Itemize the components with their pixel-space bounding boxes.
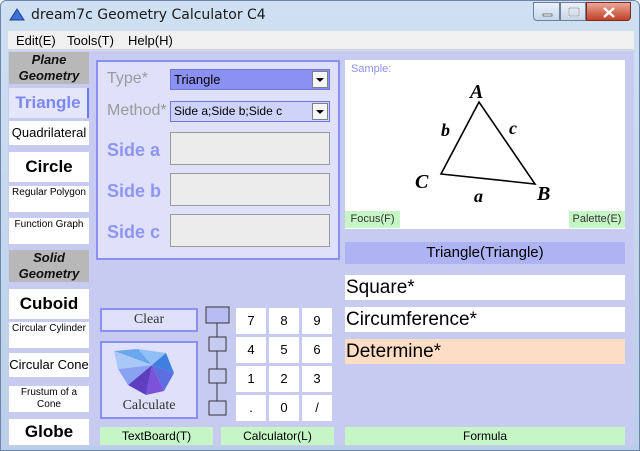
main-area: Plane Geometry Triangle Quadrilateral Ci…	[8, 51, 634, 446]
keypad-key[interactable]: /	[302, 395, 332, 421]
method-label: Method*	[107, 102, 167, 119]
chevron-down-icon[interactable]	[312, 103, 328, 120]
result-title: Triangle(Triangle)	[345, 242, 625, 264]
focus-button[interactable]: Focus(F)	[345, 211, 400, 228]
menu-tools[interactable]: Tools(T)	[67, 33, 114, 48]
keypad-key[interactable]: 6	[302, 337, 332, 363]
textboard-tab[interactable]: TextBoard(T)	[100, 427, 213, 445]
result-square[interactable]: Square*	[345, 275, 625, 300]
side-b-label: Side b	[107, 181, 162, 201]
triangle-diagram: A B C b c a	[415, 81, 550, 206]
keypad-key[interactable]: 3	[302, 366, 332, 392]
nav-item-function-graph[interactable]: Function Graph	[9, 218, 89, 244]
menu-edit[interactable]: Edit(E)	[16, 33, 56, 48]
nav-item-circle[interactable]: Circle	[9, 152, 89, 182]
calculator-logo-icon	[114, 349, 174, 395]
nav-heading-plane-geometry: Plane Geometry	[9, 52, 89, 84]
keypad-key[interactable]: 2	[269, 366, 299, 392]
clear-button[interactable]: Clear	[100, 308, 198, 332]
input-panel: Type* Triangle Method* Side a;Side b;Sid…	[96, 60, 340, 260]
keypad-key[interactable]: 7	[236, 308, 266, 334]
maximize-button[interactable]	[560, 2, 586, 21]
nav-item-triangle[interactable]: Triangle	[9, 88, 89, 118]
side-c-input[interactable]	[170, 214, 330, 247]
menu-bar: Edit(E) Tools(T) Help(H)	[8, 31, 634, 50]
vertex-b-label: B	[536, 183, 550, 205]
nav-heading-solid-geometry: Solid Geometry	[9, 250, 89, 282]
calculate-label: Calculate	[122, 398, 176, 413]
nav-item-regular-polygon[interactable]: Regular Polygon	[9, 186, 89, 212]
type-select-value: Triangle	[174, 72, 221, 87]
app-window: dream7c Geometry Calculator C4 Edit(E) T…	[0, 0, 640, 451]
result-determine[interactable]: Determine*	[345, 339, 625, 364]
formula-tab[interactable]: Formula	[345, 427, 625, 445]
nav-item-quadrilateral[interactable]: Quadrilateral	[9, 121, 89, 145]
keypad-key[interactable]: .	[236, 395, 266, 421]
side-c-diagram-label: c	[509, 118, 517, 138]
keypad-key[interactable]: 8	[269, 308, 299, 334]
keypad-key[interactable]: 9	[302, 308, 332, 334]
calculate-button[interactable]: Calculate	[100, 341, 198, 419]
close-button[interactable]	[586, 2, 631, 21]
minimize-button[interactable]	[533, 2, 560, 21]
minimize-icon	[542, 13, 553, 17]
type-select[interactable]: Triangle	[170, 69, 330, 90]
menu-help[interactable]: Help(H)	[128, 33, 173, 48]
maximize-icon	[568, 7, 580, 17]
side-a-input[interactable]	[170, 132, 330, 165]
result-circumference[interactable]: Circumference*	[345, 307, 625, 332]
keypad-key[interactable]: 5	[269, 337, 299, 363]
vertex-a-label: A	[468, 81, 483, 103]
method-select[interactable]: Side a;Side b;Side c	[170, 101, 330, 122]
side-b-input[interactable]	[170, 173, 330, 206]
palette-button[interactable]: Palette(E)	[569, 211, 625, 228]
calculator-tab[interactable]: Calculator(L)	[221, 427, 334, 445]
nav-item-circular-cylinder[interactable]: Circular Cylinder	[9, 322, 89, 348]
nav-item-circular-cone[interactable]: Circular Cone	[9, 353, 89, 377]
vertex-c-label: C	[415, 171, 429, 193]
nav-item-globe[interactable]: Globe	[9, 419, 89, 445]
side-a-diagram-label: a	[474, 186, 483, 206]
app-icon	[9, 8, 25, 21]
nav-item-frustum-of-a-cone[interactable]: Frustum of a Cone	[9, 386, 89, 412]
type-label: Type*	[107, 70, 148, 87]
nav-item-cuboid[interactable]: Cuboid	[9, 289, 89, 319]
keypad-key[interactable]: 1	[236, 366, 266, 392]
keypad-key[interactable]: 0	[269, 395, 299, 421]
side-a-label: Side a	[107, 140, 161, 160]
close-icon	[603, 7, 615, 18]
chevron-down-icon[interactable]	[312, 71, 328, 88]
side-c-label: Side c	[107, 222, 161, 242]
triangle-shape	[439, 100, 537, 185]
sample-panel: Sample: A B C b c a Focus(F) Palette(E)	[345, 60, 625, 229]
title-bar[interactable]: dream7c Geometry Calculator C4	[1, 1, 639, 31]
keypad-connector-icon	[205, 306, 230, 416]
window-title: dream7c Geometry Calculator C4	[31, 7, 266, 23]
keypad-key[interactable]: 4	[236, 337, 266, 363]
side-b-diagram-label: b	[441, 120, 450, 140]
method-select-value: Side a;Side b;Side c	[174, 104, 283, 118]
